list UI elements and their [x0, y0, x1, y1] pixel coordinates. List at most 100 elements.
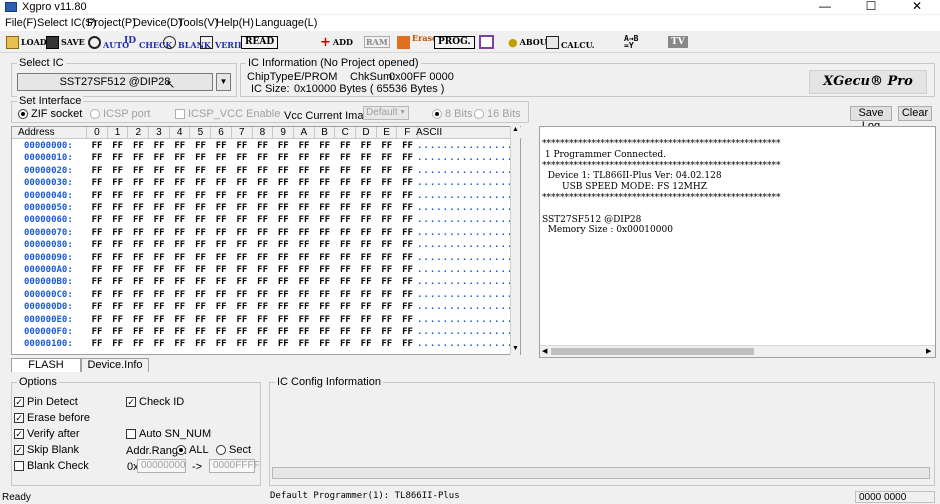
- hex-byte[interactable]: FF: [90, 302, 104, 312]
- hex-byte[interactable]: FF: [256, 253, 270, 263]
- hex-byte[interactable]: FF: [318, 290, 332, 300]
- hex-byte[interactable]: FF: [194, 153, 208, 163]
- selected-ic-field[interactable]: SST27SF512 @DIP28 ↖: [17, 73, 213, 91]
- hex-byte[interactable]: FF: [318, 253, 332, 263]
- hex-byte[interactable]: FF: [235, 339, 249, 349]
- hex-byte[interactable]: FF: [401, 327, 415, 337]
- hex-byte[interactable]: FF: [276, 290, 290, 300]
- hex-byte[interactable]: FF: [318, 240, 332, 250]
- hex-byte[interactable]: FF: [359, 327, 373, 337]
- hex-byte[interactable]: FF: [276, 153, 290, 163]
- hex-byte[interactable]: FF: [401, 215, 415, 225]
- hex-byte[interactable]: FF: [359, 215, 373, 225]
- hex-byte[interactable]: FF: [256, 228, 270, 238]
- auto-button[interactable]: AUTO: [88, 34, 129, 50]
- hex-byte[interactable]: FF: [276, 265, 290, 275]
- tab-flash[interactable]: FLASH: [11, 358, 81, 372]
- hex-byte[interactable]: FF: [380, 277, 394, 287]
- scroll-thumb[interactable]: [551, 348, 754, 355]
- vcc-select[interactable]: Default ▼: [363, 106, 409, 120]
- hex-byte[interactable]: FF: [380, 203, 394, 213]
- hex-byte[interactable]: FF: [194, 178, 208, 188]
- save-log-button[interactable]: Save Log: [850, 106, 892, 132]
- hex-byte[interactable]: FF: [318, 178, 332, 188]
- hex-byte[interactable]: FF: [90, 191, 104, 201]
- hex-byte[interactable]: FF: [318, 141, 332, 151]
- hex-byte[interactable]: FF: [297, 240, 311, 250]
- hex-byte[interactable]: FF: [131, 315, 145, 325]
- hex-byte[interactable]: FF: [235, 290, 249, 300]
- hex-byte[interactable]: FF: [297, 302, 311, 312]
- hex-byte[interactable]: FF: [214, 290, 228, 300]
- hex-byte[interactable]: FF: [256, 203, 270, 213]
- hex-byte[interactable]: FF: [111, 203, 125, 213]
- hex-byte[interactable]: FF: [401, 228, 415, 238]
- hex-byte[interactable]: FF: [401, 203, 415, 213]
- hex-byte[interactable]: FF: [297, 203, 311, 213]
- hex-byte[interactable]: FF: [131, 178, 145, 188]
- hex-byte[interactable]: FF: [173, 315, 187, 325]
- hex-byte[interactable]: FF: [256, 215, 270, 225]
- chip-button[interactable]: [479, 34, 496, 50]
- hex-byte[interactable]: FF: [380, 166, 394, 176]
- close-button[interactable]: ✕: [894, 0, 940, 14]
- hex-byte[interactable]: FF: [214, 153, 228, 163]
- hex-byte[interactable]: FF: [359, 315, 373, 325]
- hex-byte[interactable]: FF: [338, 191, 352, 201]
- hex-byte[interactable]: FF: [338, 265, 352, 275]
- hex-byte[interactable]: FF: [276, 253, 290, 263]
- hex-byte[interactable]: FF: [359, 228, 373, 238]
- read-button[interactable]: READ: [241, 34, 279, 50]
- hex-byte[interactable]: FF: [256, 166, 270, 176]
- hex-byte[interactable]: FF: [401, 290, 415, 300]
- hex-byte[interactable]: FF: [318, 203, 332, 213]
- hex-row[interactable]: 00000000: FF FF FF FF FF FF FF FF FF FF FF FF FF FF FF F…: [12, 141, 522, 153]
- hex-byte[interactable]: FF: [214, 203, 228, 213]
- hex-byte[interactable]: FF: [173, 215, 187, 225]
- hex-byte[interactable]: FF: [194, 302, 208, 312]
- save-button[interactable]: SAVE: [46, 34, 85, 50]
- hex-byte[interactable]: FF: [380, 327, 394, 337]
- hex-byte[interactable]: FF: [338, 215, 352, 225]
- hex-byte[interactable]: FF: [235, 302, 249, 312]
- hex-byte[interactable]: FF: [90, 253, 104, 263]
- hex-byte[interactable]: FF: [338, 253, 352, 263]
- add-button[interactable]: + ADD: [320, 34, 353, 50]
- hex-byte[interactable]: FF: [131, 339, 145, 349]
- hex-row[interactable]: 00000060: FF FF FF FF FF FF FF FF FF FF FF FF FF FF FF F…: [12, 215, 522, 227]
- hex-byte[interactable]: FF: [173, 153, 187, 163]
- hex-byte[interactable]: FF: [173, 178, 187, 188]
- log-hscrollbar[interactable]: ◀ ▶: [540, 345, 935, 357]
- pin-detect-checkbox[interactable]: ✓ Pin Detect: [14, 396, 78, 408]
- hex-byte[interactable]: FF: [131, 215, 145, 225]
- 16bits-radio[interactable]: 16 Bits: [474, 108, 521, 120]
- hex-byte[interactable]: FF: [214, 265, 228, 275]
- hex-byte[interactable]: FF: [90, 141, 104, 151]
- hex-byte[interactable]: FF: [90, 203, 104, 213]
- hex-byte[interactable]: FF: [214, 178, 228, 188]
- hex-byte[interactable]: FF: [359, 339, 373, 349]
- hex-byte[interactable]: FF: [214, 166, 228, 176]
- hex-byte[interactable]: FF: [111, 253, 125, 263]
- hex-byte[interactable]: FF: [401, 178, 415, 188]
- ram-button[interactable]: RAM: [364, 34, 390, 50]
- hex-byte[interactable]: FF: [338, 327, 352, 337]
- hex-byte[interactable]: FF: [297, 290, 311, 300]
- hex-byte[interactable]: FF: [152, 228, 166, 238]
- hex-byte[interactable]: FF: [359, 153, 373, 163]
- hex-byte[interactable]: FF: [111, 215, 125, 225]
- hex-byte[interactable]: FF: [111, 327, 125, 337]
- hex-byte[interactable]: FF: [131, 253, 145, 263]
- hex-byte[interactable]: FF: [359, 203, 373, 213]
- hex-byte[interactable]: FF: [152, 141, 166, 151]
- addr-sect-radio[interactable]: Sect: [216, 444, 251, 456]
- hex-byte[interactable]: FF: [380, 191, 394, 201]
- hex-byte[interactable]: FF: [173, 166, 187, 176]
- hex-byte[interactable]: FF: [276, 166, 290, 176]
- tv-button[interactable]: TV: [668, 34, 688, 50]
- hex-byte[interactable]: FF: [359, 302, 373, 312]
- hex-byte[interactable]: FF: [90, 166, 104, 176]
- hex-byte[interactable]: FF: [380, 228, 394, 238]
- hex-byte[interactable]: FF: [359, 290, 373, 300]
- hex-row[interactable]: 00000100: FF FF FF FF FF FF FF FF FF FF FF FF FF FF FF F…: [12, 339, 522, 351]
